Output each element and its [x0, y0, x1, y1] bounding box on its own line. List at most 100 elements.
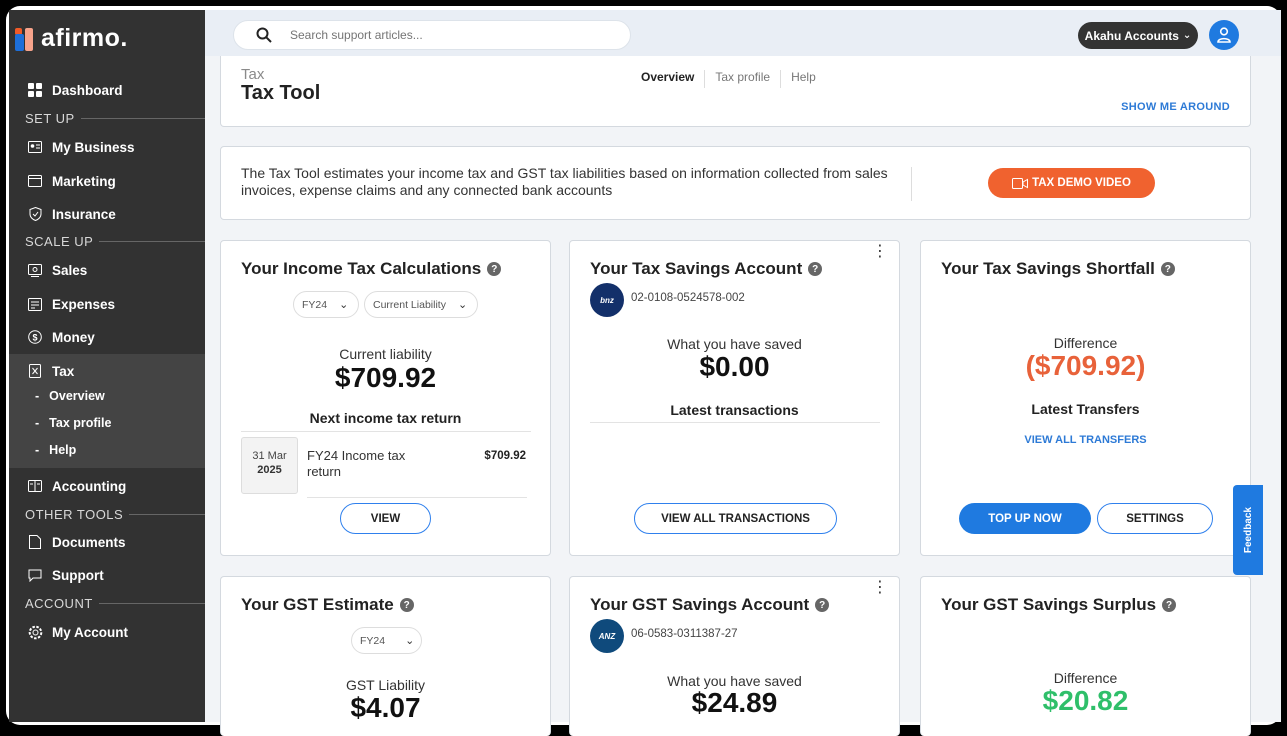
page-title: Tax Tool	[241, 82, 321, 104]
saved-amount: $0.00	[699, 351, 770, 382]
help-icon[interactable]: ?	[1160, 262, 1175, 276]
sidebar-item-expenses[interactable]: Expenses	[9, 289, 205, 319]
return-amount: $709.92	[484, 450, 526, 462]
register-icon	[27, 262, 43, 278]
sidebar-item-accounting[interactable]: Accounting	[9, 471, 205, 501]
grid-icon	[27, 82, 43, 98]
anz-bank-logo: ANZ	[590, 619, 624, 653]
chevron-down-icon: ⌄	[457, 299, 468, 311]
info-text: The Tax Tool estimates your income tax a…	[241, 165, 888, 198]
search-icon	[256, 27, 272, 43]
card-title: Your Tax Savings Account?	[590, 259, 823, 279]
sidebar-subitem-help[interactable]: Help	[35, 443, 76, 457]
view-all-transfers-link[interactable]: VIEW ALL TRANSFERS	[921, 434, 1250, 446]
sidebar-item-tax[interactable]: Tax	[9, 356, 205, 386]
info-banner: The Tax Tool estimates your income tax a…	[220, 146, 1251, 220]
year-select[interactable]: FY24 ⌄	[293, 291, 359, 318]
year-select[interactable]: FY24 ⌄	[351, 627, 422, 654]
bnz-bank-logo: bnz	[590, 283, 624, 317]
sidebar-item-marketing[interactable]: Marketing	[9, 166, 205, 196]
chat-icon	[27, 567, 43, 583]
sidebar-item-my-account[interactable]: My Account	[9, 617, 205, 647]
sidebar-item-sales[interactable]: Sales	[9, 255, 205, 285]
card-title: Your Income Tax Calculations?	[241, 259, 502, 279]
divider	[590, 422, 880, 423]
return-name: FY24 Income tax return	[307, 448, 406, 479]
help-icon[interactable]: ?	[808, 262, 823, 276]
section-other-tools: OTHER TOOLS	[25, 507, 205, 522]
help-icon[interactable]: ?	[815, 598, 830, 612]
sidebar-item-money[interactable]: $ Money	[9, 322, 205, 352]
account-number: 06-0583-0311387-27	[631, 628, 738, 640]
latest-transactions-heading: Latest transactions	[670, 402, 799, 418]
gst-liability-label: GST Liability	[345, 677, 426, 693]
sidebar-item-my-business[interactable]: My Business	[9, 132, 205, 162]
difference-label: Difference	[1053, 335, 1118, 351]
tab-overview[interactable]: Overview	[631, 70, 706, 88]
search-box[interactable]	[233, 20, 631, 50]
more-options-icon[interactable]: ⋮	[872, 244, 888, 260]
help-icon[interactable]: ?	[1162, 598, 1177, 612]
help-icon[interactable]: ?	[487, 262, 502, 276]
feedback-tab[interactable]: Feedback	[1233, 485, 1263, 575]
latest-transfers-heading: Latest Transfers	[1031, 401, 1140, 417]
gst-savings-account-card: Your GST Savings Account? ⋮ ANZ 06-0583-…	[569, 576, 900, 736]
feedback-label: Feedback	[1242, 506, 1254, 554]
settings-button[interactable]: SETTINGS	[1097, 503, 1213, 534]
card-title: Your GST Savings Surplus?	[941, 595, 1177, 615]
card-title: Your GST Estimate?	[241, 595, 414, 615]
help-icon[interactable]: ?	[399, 598, 414, 612]
liability-mode-select[interactable]: Current Liability ⌄	[364, 291, 478, 318]
sidebar-subitem-tax-profile[interactable]: Tax profile	[35, 416, 111, 430]
sidebar: afirmo. Dashboard SET UP My Business Mar…	[9, 10, 205, 722]
video-camera-icon	[1012, 177, 1029, 189]
gst-estimate-card: Your GST Estimate? FY24 ⌄ GST Liability $…	[220, 576, 551, 736]
show-me-around-link[interactable]: SHOW ME AROUND	[1121, 101, 1230, 113]
user-avatar[interactable]	[1209, 20, 1239, 50]
sidebar-item-insurance[interactable]: Insurance	[9, 199, 205, 229]
sidebar-item-label: Insurance	[52, 206, 116, 222]
browser-icon	[27, 173, 43, 189]
tab-tax-profile[interactable]: Tax profile	[705, 70, 782, 88]
breadcrumb[interactable]: Tax	[241, 66, 264, 83]
brand-logo[interactable]: afirmo.	[15, 24, 128, 53]
tax-savings-shortfall-card: Your Tax Savings Shortfall? Difference (…	[920, 240, 1251, 556]
sidebar-subitem-overview[interactable]: Overview	[35, 389, 105, 403]
top-bar: Akahu Accounts ⌄	[205, 10, 1281, 56]
section-account: ACCOUNT	[25, 596, 205, 611]
more-options-icon[interactable]: ⋮	[872, 580, 888, 596]
divider	[241, 431, 531, 432]
tab-help[interactable]: Help	[781, 70, 826, 88]
view-button[interactable]: VIEW	[340, 503, 431, 534]
sidebar-item-label: Money	[52, 329, 95, 345]
chevron-down-icon: ⌄	[1182, 30, 1192, 41]
account-number: 02-0108-0524578-002	[631, 292, 745, 304]
sidebar-item-label: My Account	[52, 624, 129, 640]
divider	[911, 167, 912, 201]
sidebar-item-label: Documents	[52, 534, 126, 550]
sidebar-item-label: Marketing	[52, 173, 116, 189]
tax-savings-account-card: Your Tax Savings Account? ⋮ bnz 02-0108-…	[569, 240, 900, 556]
sidebar-item-label: My Business	[52, 139, 135, 155]
sidebar-item-documents[interactable]: Documents	[9, 527, 205, 557]
top-up-now-button[interactable]: TOP UP NOW	[959, 503, 1091, 534]
page-header: Tax Tax Tool Overview Tax profile Help S…	[220, 56, 1251, 127]
gst-liability-amount: $4.07	[350, 692, 421, 723]
main-content: Akahu Accounts ⌄ Tax Tax Tool Overview T…	[205, 10, 1281, 736]
chevron-down-icon: ⌄	[339, 299, 349, 311]
sidebar-item-label: Support	[52, 567, 104, 583]
sidebar-item-label: Sales	[52, 262, 88, 278]
chevron-down-icon: ⌄	[405, 635, 415, 647]
sidebar-item-label: Accounting	[52, 478, 127, 494]
sidebar-item-dashboard[interactable]: Dashboard	[9, 75, 205, 105]
sidebar-item-support[interactable]: Support	[9, 560, 205, 590]
account-switcher[interactable]: Akahu Accounts ⌄	[1078, 22, 1198, 49]
view-all-transactions-button[interactable]: VIEW ALL TRANSACTIONS	[634, 503, 837, 534]
sidebar-item-label: Tax	[52, 363, 75, 379]
svg-text:$: $	[32, 333, 37, 343]
sidebar-item-label: Dashboard	[52, 82, 123, 98]
tax-demo-video-button[interactable]: TAX DEMO VIDEO	[988, 168, 1155, 198]
card-title: Your Tax Savings Shortfall?	[941, 259, 1175, 279]
search-input[interactable]	[290, 28, 590, 42]
gst-savings-surplus-card: Your GST Savings Surplus? Difference $20…	[920, 576, 1251, 736]
